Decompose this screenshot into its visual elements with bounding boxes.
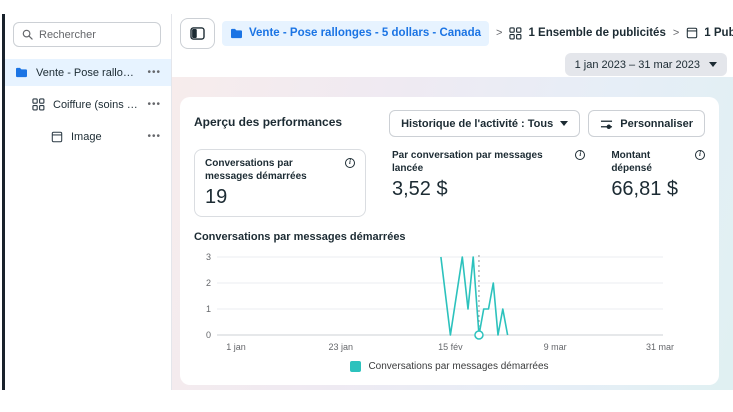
svg-text:31 mar: 31 mar xyxy=(646,342,674,352)
folder-icon xyxy=(15,67,28,78)
activity-history-label: Historique de l'activité : Tous xyxy=(401,118,553,130)
metric-cost-per-conversation: Par conversation par messages lancée i 3… xyxy=(392,149,585,201)
breadcrumb-label: Vente - Pose rallonges - 5 dollars - Can… xyxy=(249,27,481,39)
adset-grid-icon xyxy=(509,27,522,40)
ads-manager-window: Vente - Pose rallonges - 5 d... ••• Coif… xyxy=(2,14,733,390)
sidebar-item-adset[interactable]: Coiffure (soins capillaires) ••• xyxy=(5,91,171,118)
svg-text:0: 0 xyxy=(206,330,211,340)
item-menu-button[interactable]: ••• xyxy=(147,99,161,110)
sidebar-item-label: Vente - Pose rallonges - 5 d... xyxy=(36,67,139,79)
folder-icon xyxy=(230,28,243,39)
svg-text:9 mar: 9 mar xyxy=(544,342,567,352)
metric-label: Montant dépensé xyxy=(611,149,691,175)
date-range-selector[interactable]: 1 jan 2023 – 31 mar 2023 xyxy=(565,53,727,76)
metrics-row: Conversations par messages démarrées i 1… xyxy=(194,149,705,217)
chart-legend: Conversations par messages démarrées xyxy=(194,361,705,372)
legend-label: Conversations par messages démarrées xyxy=(368,361,548,372)
sidebar-item-ad[interactable]: Image ••• xyxy=(5,123,171,150)
performance-title: Aperçu des performances xyxy=(194,110,342,129)
ad-frame-icon xyxy=(51,131,63,143)
search-icon xyxy=(22,29,33,40)
activity-history-button[interactable]: Historique de l'activité : Tous xyxy=(389,110,580,137)
breadcrumb-adset[interactable]: 1 Ensemble de publicités xyxy=(509,27,665,40)
chart-title: Conversations par messages démarrées xyxy=(194,231,705,243)
breadcrumb-campaign[interactable]: Vente - Pose rallonges - 5 dollars - Can… xyxy=(222,21,489,46)
svg-text:1: 1 xyxy=(206,304,211,314)
info-icon[interactable]: i xyxy=(345,158,355,168)
performance-header: Aperçu des performances Historique de l'… xyxy=(194,110,705,137)
sidebar-item-campaign[interactable]: Vente - Pose rallonges - 5 d... ••• xyxy=(5,59,171,86)
main-area: Vente - Pose rallonges - 5 dollars - Can… xyxy=(172,14,733,390)
chevron-down-icon xyxy=(560,121,568,126)
breadcrumb-toolbar: Vente - Pose rallonges - 5 dollars - Can… xyxy=(172,14,733,53)
sidebar-item-label: Image xyxy=(71,131,102,143)
metric-value: 3,52 $ xyxy=(392,178,585,201)
date-toolbar: 1 jan 2023 – 31 mar 2023 xyxy=(172,53,733,77)
metric-label: Par conversation par messages lancée xyxy=(392,149,571,175)
info-icon[interactable]: i xyxy=(575,150,585,160)
customize-sliders-icon xyxy=(600,118,613,130)
info-icon[interactable]: i xyxy=(695,150,705,160)
breadcrumb-ad[interactable]: 1 Publicité xyxy=(686,27,733,39)
customize-label: Personnaliser xyxy=(620,118,693,130)
ad-frame-icon xyxy=(686,27,698,39)
legend-swatch xyxy=(350,361,361,372)
metric-label: Conversations par messages démarrées xyxy=(205,157,341,183)
breadcrumb-label: 1 Ensemble de publicités xyxy=(528,27,665,39)
svg-text:3: 3 xyxy=(206,252,211,262)
breadcrumb-label: 1 Publicité xyxy=(704,27,733,39)
sidebar-item-label: Coiffure (soins capillaires) xyxy=(53,99,139,111)
metric-value: 66,81 $ xyxy=(611,178,705,201)
chart-container: 0 1 2 3 1 jan 23 jan 15 fév 9 mar 31 mar xyxy=(194,247,705,359)
svg-text:1 jan: 1 jan xyxy=(226,342,246,352)
breadcrumb-separator: > xyxy=(673,27,679,39)
performance-card: Aperçu des performances Historique de l'… xyxy=(180,97,719,385)
content-area: Aperçu des performances Historique de l'… xyxy=(172,77,733,390)
svg-text:2: 2 xyxy=(206,278,211,288)
metric-value: 19 xyxy=(205,186,355,209)
metric-amount-spent: Montant dépensé i 66,81 $ xyxy=(611,149,705,201)
campaign-sidebar: Vente - Pose rallonges - 5 d... ••• Coif… xyxy=(5,14,172,390)
svg-text:23 jan: 23 jan xyxy=(329,342,354,352)
collapse-sidebar-button[interactable] xyxy=(180,18,215,49)
customize-button[interactable]: Personnaliser xyxy=(588,110,705,137)
collapse-sidebar-icon xyxy=(190,27,205,40)
search-input[interactable] xyxy=(39,29,152,41)
performance-chart: 0 1 2 3 1 jan 23 jan 15 fév 9 mar 31 mar xyxy=(194,247,705,359)
metric-conversations: Conversations par messages démarrées i 1… xyxy=(194,149,366,217)
adset-grid-icon xyxy=(32,98,45,111)
chevron-down-icon xyxy=(709,62,717,67)
breadcrumb-separator: > xyxy=(496,27,502,39)
search-box[interactable] xyxy=(13,22,161,47)
date-range-label: 1 jan 2023 – 31 mar 2023 xyxy=(575,59,700,71)
svg-text:15 fév: 15 fév xyxy=(438,342,463,352)
item-menu-button[interactable]: ••• xyxy=(147,131,161,142)
item-menu-button[interactable]: ••• xyxy=(147,67,161,78)
